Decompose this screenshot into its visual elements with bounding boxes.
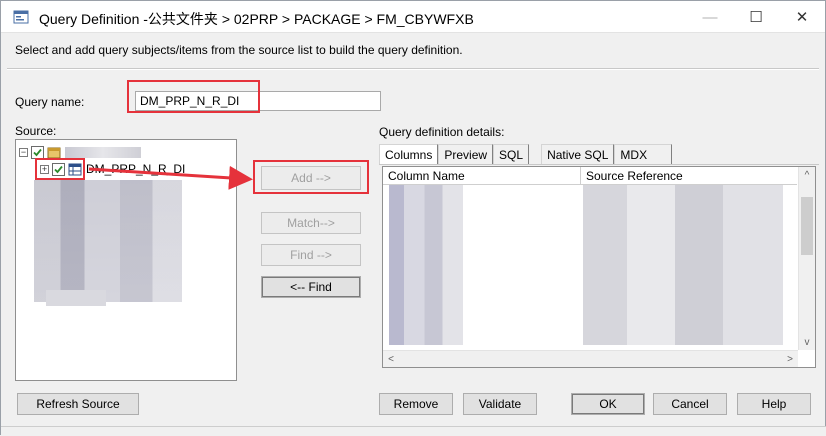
query-definition-dialog: Query Definition -公共文件夹 > 02PRP > PACKAG… <box>0 0 826 436</box>
blurred-content-lower <box>46 290 106 306</box>
query-subject-icon <box>68 163 82 175</box>
close-button[interactable]: ✕ <box>779 1 825 33</box>
scroll-left-icon[interactable]: < <box>383 351 399 367</box>
query-name-input[interactable] <box>135 91 381 111</box>
details-label: Query definition details: <box>379 125 505 139</box>
tab-preview[interactable]: Preview <box>438 144 494 164</box>
help-button[interactable]: Help <box>737 393 811 415</box>
blurred-label <box>65 146 141 158</box>
refresh-source-button[interactable]: Refresh Source <box>17 393 139 415</box>
vertical-scroll-thumb[interactable] <box>801 197 813 255</box>
remove-button[interactable]: Remove <box>379 393 453 415</box>
back-find-button[interactable]: <-- Find <box>261 276 361 298</box>
query-name-label: Query name: <box>15 95 85 109</box>
tab-native-sql[interactable]: Native SQL <box>541 144 615 164</box>
expand-icon[interactable]: + <box>40 164 49 174</box>
maximize-button[interactable]: ☐ <box>733 1 779 33</box>
column-header-source-reference[interactable]: Source Reference <box>581 167 797 185</box>
ok-button[interactable]: OK <box>571 393 645 415</box>
blurred-grid-content-left <box>389 185 463 345</box>
scroll-up-icon[interactable]: ^ <box>799 167 815 183</box>
tab-sql[interactable]: SQL <box>493 144 530 164</box>
find-button[interactable]: Find --> <box>261 244 361 266</box>
match-button[interactable]: Match--> <box>261 212 361 234</box>
validate-button[interactable]: Validate <box>463 393 537 415</box>
tab-mdx[interactable]: MDX <box>614 144 673 164</box>
minimize-button[interactable]: — <box>687 1 733 33</box>
column-header-column-name[interactable]: Column Name <box>383 167 581 185</box>
annotation-arrow-icon <box>88 165 253 190</box>
title-bar: Query Definition -公共文件夹 > 02PRP > PACKAG… <box>1 1 825 33</box>
details-tabs: Columns Preview SQL Native SQL MDX <box>379 144 673 164</box>
cancel-button[interactable]: Cancel <box>653 393 727 415</box>
blurred-content <box>34 180 182 302</box>
grid-header: Column Name Source Reference <box>383 167 797 185</box>
scroll-right-icon[interactable]: > <box>782 351 798 367</box>
checkbox-checked-icon[interactable] <box>52 162 65 176</box>
package-icon <box>47 147 61 158</box>
columns-grid[interactable]: Column Name Source Reference ^ v < > <box>382 166 816 368</box>
horizontal-scrollbar[interactable]: < > <box>383 350 798 367</box>
source-label: Source: <box>15 124 57 138</box>
scroll-down-icon[interactable]: v <box>799 334 815 350</box>
header-divider <box>7 68 819 70</box>
collapse-icon[interactable]: − <box>19 147 28 157</box>
tab-columns[interactable]: Columns <box>379 144 439 164</box>
add-button[interactable]: Add --> <box>261 166 361 190</box>
app-icon <box>13 10 29 24</box>
tab-divider <box>379 164 819 165</box>
instructions-text: Select and add query subjects/items from… <box>15 43 463 57</box>
checkbox-checked-icon[interactable] <box>31 145 44 159</box>
window-title: Query Definition -公共文件夹 > 02PRP > PACKAG… <box>39 11 474 27</box>
blurred-grid-content-right <box>583 185 783 345</box>
tree-node-package[interactable]: − <box>19 144 141 160</box>
vertical-scrollbar[interactable]: ^ v <box>798 167 815 350</box>
